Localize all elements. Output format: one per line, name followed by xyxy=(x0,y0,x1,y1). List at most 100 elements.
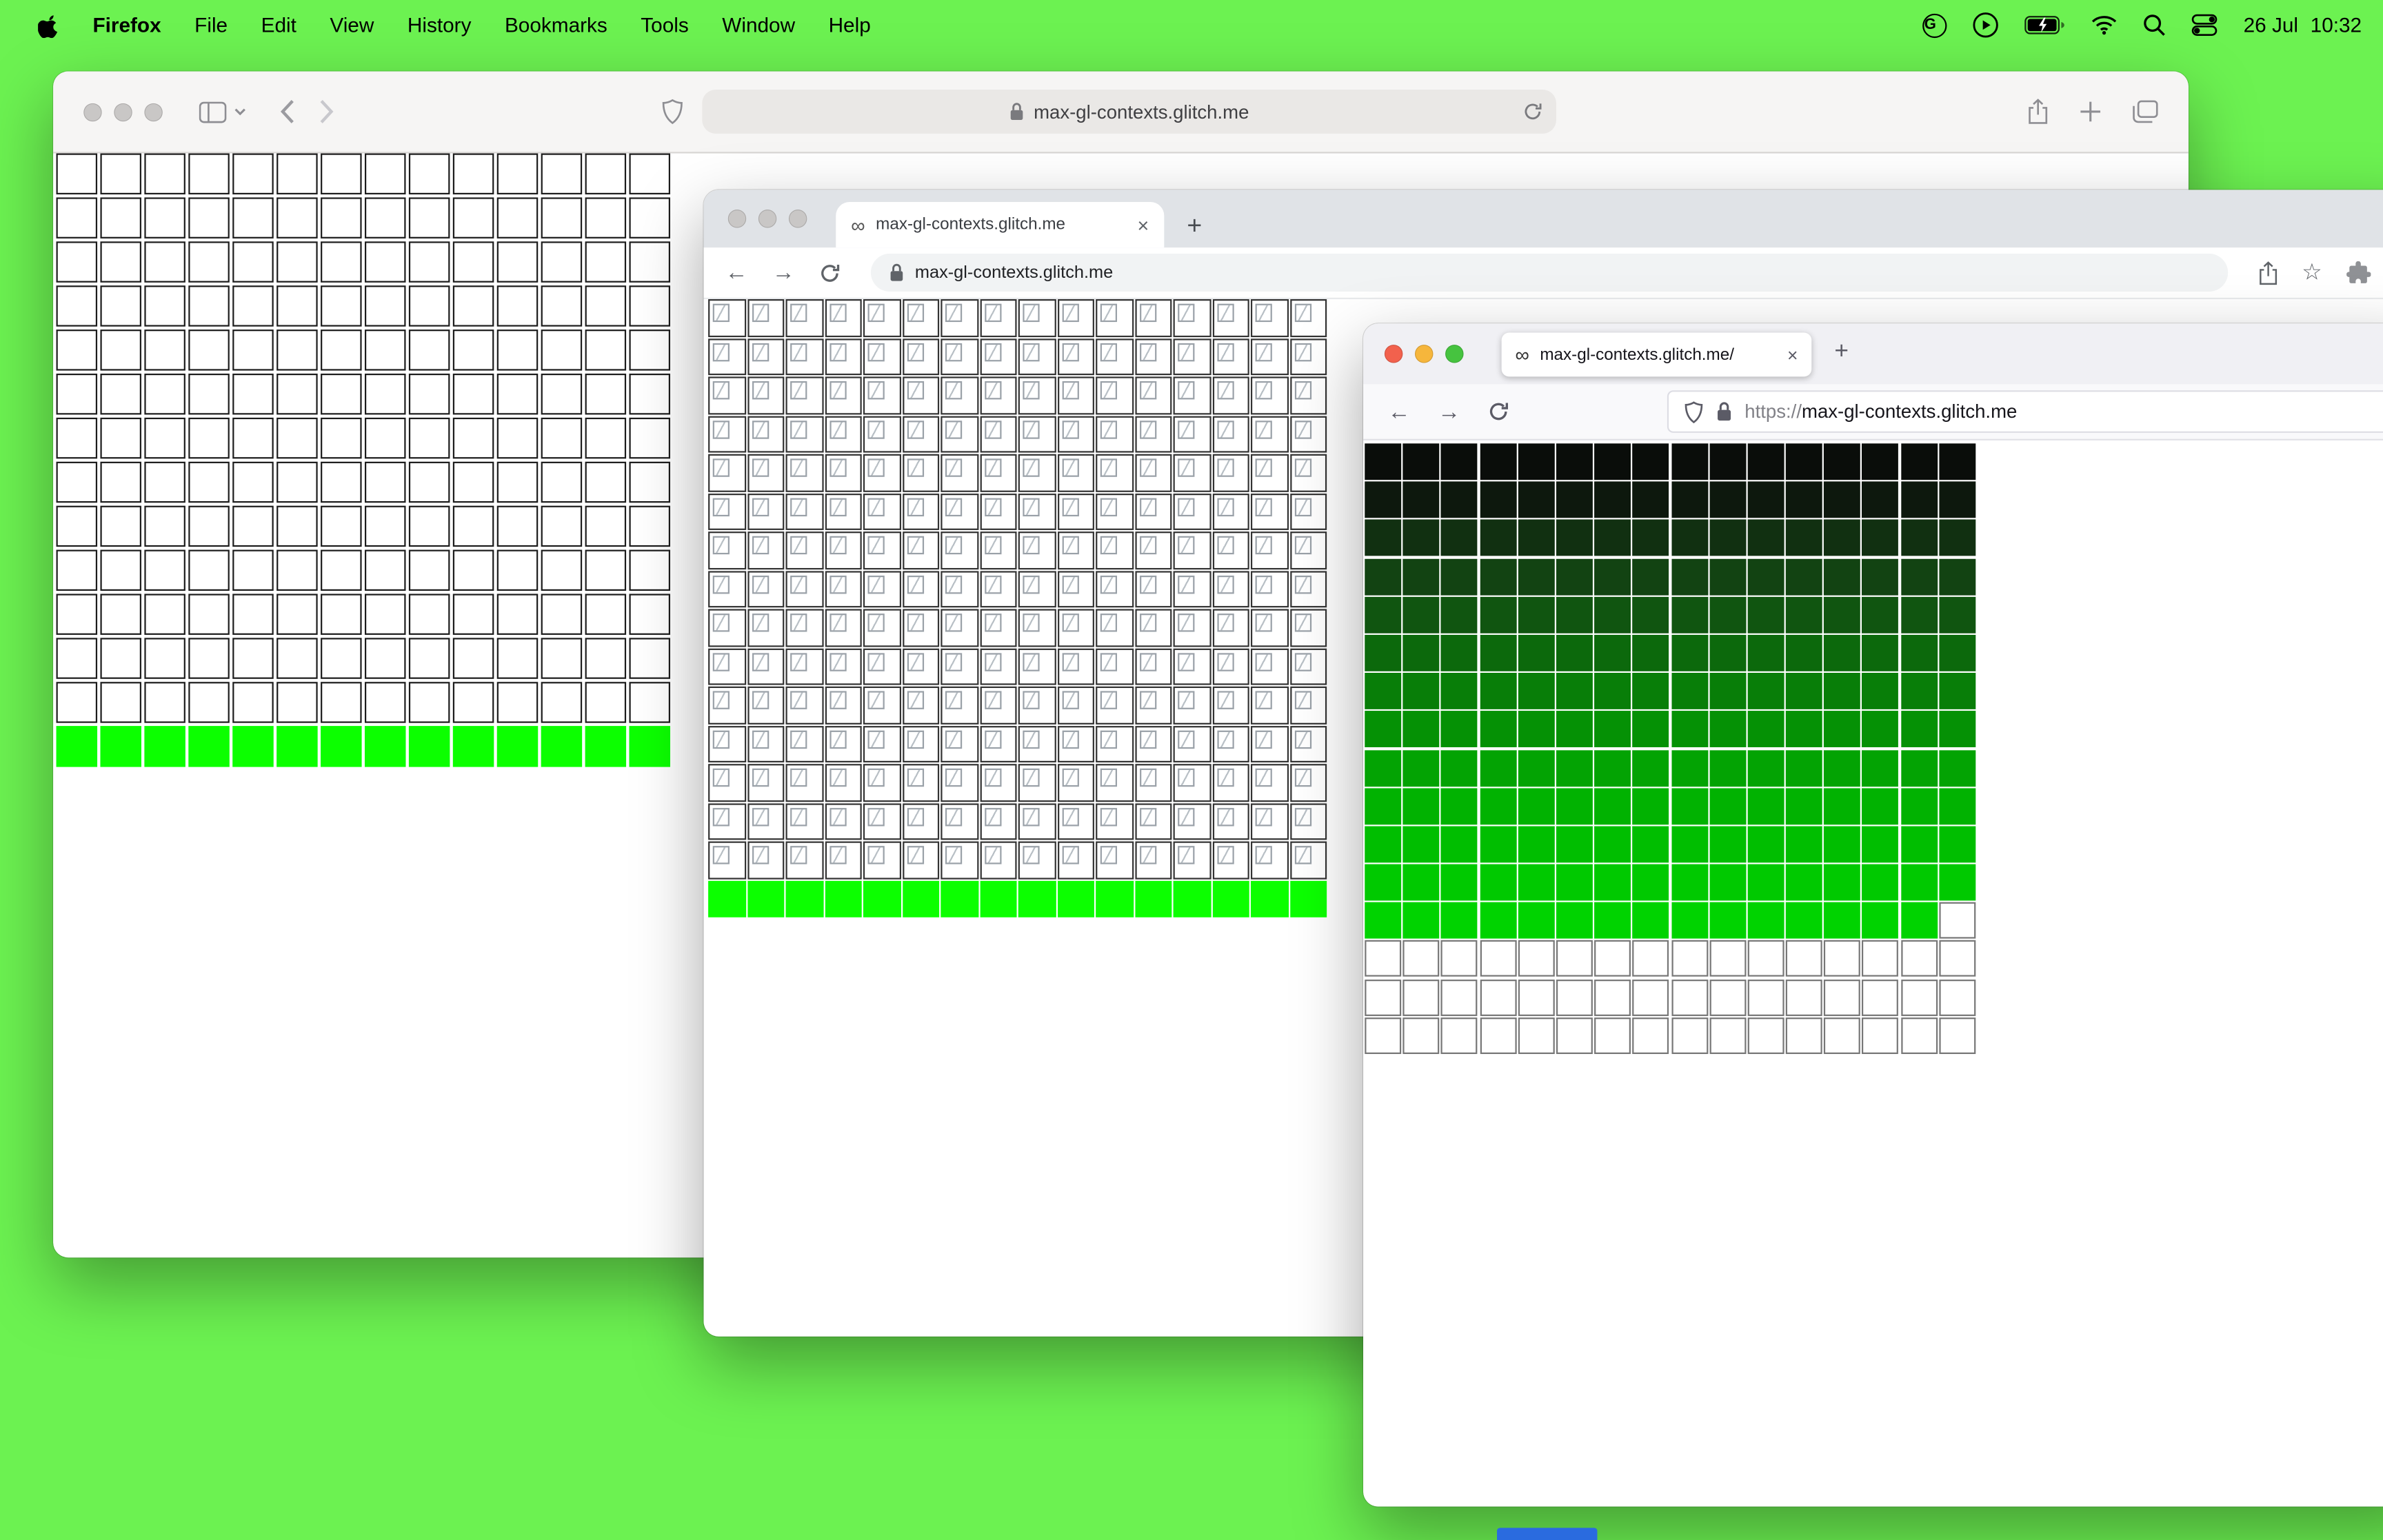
gl-context-cell-shade xyxy=(1402,443,1440,480)
back-button[interactable] xyxy=(280,99,295,124)
forward-button[interactable] xyxy=(319,99,334,124)
gl-context-cell-empty xyxy=(541,417,583,459)
broken-image-icon xyxy=(1255,691,1272,709)
gl-context-cell-shade xyxy=(1441,749,1478,787)
share-button[interactable] xyxy=(2258,261,2278,285)
privacy-shield-icon[interactable] xyxy=(661,99,684,125)
new-tab-button[interactable]: + xyxy=(1834,339,1849,365)
gl-context-cell-empty xyxy=(541,197,583,239)
broken-image-icon xyxy=(1294,574,1311,594)
broken-image-icon xyxy=(712,381,730,400)
zoom-window-button[interactable] xyxy=(788,210,807,228)
broken-image-icon xyxy=(945,497,963,516)
address-bar[interactable]: max-gl-contexts.glitch.me xyxy=(702,89,1556,134)
broken-image-icon xyxy=(1100,536,1117,555)
menu-item-window[interactable]: Window xyxy=(705,14,812,37)
close-tab-icon[interactable]: × xyxy=(1138,215,1149,235)
spotlight-search-icon[interactable] xyxy=(2143,14,2166,37)
battery-charging-icon[interactable] xyxy=(2024,15,2066,35)
gl-context-cell-broken xyxy=(941,299,978,336)
broken-image-icon xyxy=(829,420,846,438)
gl-context-cell-empty xyxy=(452,461,494,503)
gl-context-cell-broken xyxy=(1056,415,1094,453)
menu-item-tools[interactable]: Tools xyxy=(624,14,705,37)
gl-context-cell-shade xyxy=(1671,787,1708,824)
zoom-window-button[interactable] xyxy=(1445,345,1464,363)
menu-item-file[interactable]: File xyxy=(178,14,244,37)
gl-context-cell-broken xyxy=(1096,764,1134,802)
gl-context-cell-empty xyxy=(1518,940,1555,977)
gl-context-cell-broken xyxy=(979,725,1017,762)
menu-item-edit[interactable]: Edit xyxy=(244,14,313,37)
broken-image-icon xyxy=(790,381,807,400)
bookmark-star-icon[interactable]: ☆ xyxy=(2302,261,2322,284)
gl-context-cell-empty xyxy=(1862,940,1899,977)
menu-item-view[interactable]: View xyxy=(313,14,390,37)
reload-button[interactable] xyxy=(1488,401,1509,423)
broken-image-icon xyxy=(1100,768,1117,787)
menu-bar-clock[interactable]: 26 Jul 10:32 xyxy=(2244,14,2362,37)
tracking-shield-icon[interactable] xyxy=(1684,401,1704,423)
apple-menu-icon[interactable] xyxy=(21,12,76,39)
gl-context-cell-broken xyxy=(863,531,901,569)
menu-bar: Firefox File Edit View History Bookmarks… xyxy=(0,0,2383,50)
gl-context-cell-shade xyxy=(1671,749,1708,787)
gl-context-cell-broken xyxy=(1250,802,1288,840)
back-button[interactable]: ← xyxy=(725,261,747,284)
dock-peek[interactable] xyxy=(1497,1528,1598,1540)
gl-context-cell-shade xyxy=(1938,826,1975,863)
browser-tab[interactable]: ∞ max-gl-contexts.glitch.me × xyxy=(836,202,1165,248)
app-menu-firefox[interactable]: Firefox xyxy=(76,14,178,37)
menu-item-bookmarks[interactable]: Bookmarks xyxy=(488,14,624,37)
reload-button[interactable] xyxy=(819,262,841,283)
new-tab-button[interactable] xyxy=(2079,100,2102,123)
back-button[interactable]: ← xyxy=(1387,401,1410,423)
wifi-icon[interactable] xyxy=(2091,15,2117,35)
forward-button[interactable]: → xyxy=(1438,401,1460,423)
gl-context-cell-empty xyxy=(1785,979,1822,1016)
gl-context-cell-broken xyxy=(708,725,746,762)
gl-context-cell-broken xyxy=(708,531,746,569)
close-window-button[interactable] xyxy=(727,210,747,228)
gl-context-cell-broken xyxy=(902,492,940,530)
minimize-window-button[interactable] xyxy=(1414,345,1434,363)
tab-overview-button[interactable] xyxy=(2132,100,2158,123)
lock-icon xyxy=(889,263,904,283)
zoom-window-button[interactable] xyxy=(144,102,163,121)
lock-icon[interactable] xyxy=(1716,401,1732,423)
extensions-puzzle-icon[interactable] xyxy=(2346,260,2371,285)
sidebar-toggle-button[interactable] xyxy=(199,101,246,123)
reload-button[interactable] xyxy=(1522,102,1542,122)
close-window-button[interactable] xyxy=(83,102,102,121)
minimize-window-button[interactable] xyxy=(114,102,132,121)
control-center-icon[interactable] xyxy=(2192,12,2218,38)
share-button[interactable] xyxy=(2027,99,2049,124)
close-tab-icon[interactable]: × xyxy=(1787,345,1798,363)
forward-button[interactable]: → xyxy=(772,261,795,284)
gl-context-cell-broken xyxy=(824,725,862,762)
grammarly-badge-icon[interactable]: G xyxy=(1922,12,1947,37)
menu-item-help[interactable]: Help xyxy=(812,14,887,37)
address-bar[interactable]: https://max-gl-contexts.glitch.me xyxy=(1667,390,2383,433)
gl-context-cell-broken xyxy=(1096,531,1134,569)
close-window-button[interactable] xyxy=(1384,345,1403,363)
new-tab-button[interactable]: + xyxy=(1187,212,1202,238)
address-bar[interactable]: max-gl-contexts.glitch.me xyxy=(870,253,2228,292)
play-circle-icon[interactable] xyxy=(1973,12,1999,38)
gl-context-cell-shade xyxy=(1862,787,1899,824)
gl-context-cell-shade xyxy=(1900,596,1938,634)
browser-tab[interactable]: ∞ max-gl-contexts.glitch.me/ × xyxy=(1501,332,1812,377)
gl-context-cell-empty xyxy=(1671,979,1708,1016)
gl-context-cell-broken xyxy=(902,376,940,414)
gl-context-cell-broken xyxy=(824,454,862,492)
minimize-window-button[interactable] xyxy=(758,210,777,228)
tab-title: max-gl-contexts.glitch.me/ xyxy=(1540,345,1734,364)
gl-context-cell-broken xyxy=(747,764,785,802)
broken-image-icon xyxy=(790,536,807,555)
gl-context-cell-shade xyxy=(1518,520,1555,557)
gl-context-cell-broken xyxy=(824,764,862,802)
menu-item-history[interactable]: History xyxy=(391,14,488,37)
gl-context-cell-empty xyxy=(144,417,185,459)
gl-context-cell-shade xyxy=(1518,711,1555,748)
gl-context-cell-shade xyxy=(1556,520,1593,557)
